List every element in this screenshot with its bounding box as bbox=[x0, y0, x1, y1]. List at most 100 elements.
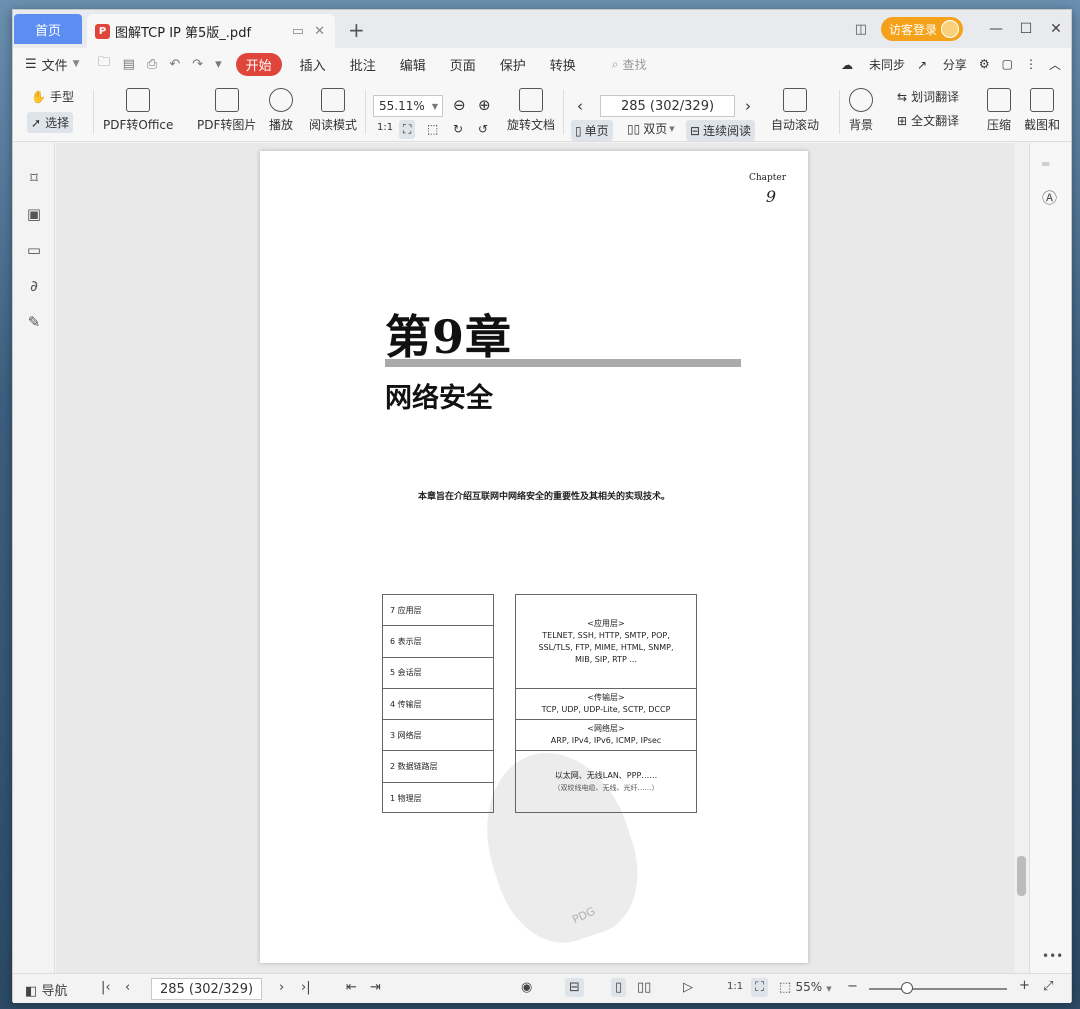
feedback-icon[interactable]: ▢ bbox=[1002, 57, 1013, 71]
comment-icon[interactable]: ▭ bbox=[26, 242, 42, 258]
continuous-read-button[interactable]: ⊟ 连续阅读 bbox=[686, 120, 756, 141]
actual-size-icon[interactable]: 1:1 bbox=[377, 122, 393, 133]
search-box[interactable]: ⌕ 查找 bbox=[612, 56, 647, 73]
menu-annotate[interactable]: 批注 bbox=[350, 55, 376, 74]
menu-edit[interactable]: 编辑 bbox=[400, 55, 426, 74]
tab-document[interactable]: P 图解TCP IP 第5版_.pdf ▭ ✕ bbox=[87, 14, 335, 48]
more-dropdown-icon[interactable]: ▾ bbox=[215, 57, 222, 72]
rotate-doc-button[interactable]: 旋转文档 bbox=[507, 88, 555, 133]
attachment-icon[interactable]: ∂ bbox=[26, 278, 42, 294]
play-icon[interactable]: ▷ bbox=[683, 980, 693, 995]
tab-home[interactable]: 首页 bbox=[14, 14, 82, 44]
actual-size-icon[interactable]: 1:1 bbox=[727, 981, 743, 992]
window-layout-icon[interactable]: ◫ bbox=[855, 22, 867, 37]
close-tab-icon[interactable]: ✕ bbox=[314, 24, 325, 39]
rotate-right-icon[interactable]: ↺ bbox=[478, 122, 488, 136]
select-tool[interactable]: ➚ 选择 bbox=[27, 112, 74, 133]
collapse-ribbon-icon[interactable]: ︿ bbox=[1049, 56, 1061, 73]
fit-width-icon[interactable]: ⬚ bbox=[427, 122, 438, 136]
double-page-button[interactable]: ▯▯ 双页 ▼ bbox=[627, 120, 675, 137]
continuous-mode-icon[interactable]: ⊟ bbox=[565, 978, 584, 997]
thumbnail-icon[interactable]: ▣ bbox=[26, 206, 42, 222]
single-page-button[interactable]: ▯ 单页 bbox=[571, 120, 613, 141]
pdf-to-office-button[interactable]: PDF转Office bbox=[103, 88, 173, 133]
zoom-select[interactable]: 55.11% ▼ bbox=[373, 95, 443, 117]
screenshot-button[interactable]: 截图和 bbox=[1025, 88, 1059, 133]
prev-page-icon[interactable]: ‹ bbox=[577, 97, 583, 115]
auto-scroll-button[interactable]: 自动滚动 bbox=[771, 88, 819, 133]
nav-toggle[interactable]: ◧ 导航 bbox=[25, 980, 67, 999]
menu-start[interactable]: 开始 bbox=[235, 52, 282, 76]
play-button[interactable]: 播放 bbox=[269, 88, 293, 133]
osi-layer-5: 5 会话层 bbox=[383, 658, 493, 689]
menu-protect[interactable]: 保护 bbox=[500, 55, 526, 74]
fit-page-icon[interactable]: ⛶ bbox=[399, 120, 416, 139]
more-icon[interactable]: ⋮ bbox=[1025, 57, 1037, 71]
text-recognition-icon[interactable]: Ⓐ bbox=[1042, 187, 1057, 208]
read-mode-button[interactable]: 阅读模式 bbox=[309, 88, 357, 133]
compress-icon bbox=[987, 88, 1011, 112]
scrollbar-thumb[interactable] bbox=[1017, 856, 1026, 896]
document-viewer[interactable]: Chapter 9 第9章 网络安全 本章旨在介绍互联网中网络安全的重要性及其相… bbox=[56, 143, 1014, 973]
ribbon-toolbar: ✋ 手型 ➚ 选择 PDF转Office PDF转图片 播放 阅读模式 55.1… bbox=[13, 80, 1071, 142]
share-button[interactable]: ↗ 分享 bbox=[917, 56, 967, 73]
next-page-icon[interactable]: › bbox=[745, 97, 751, 115]
maximize-button[interactable]: ☐ bbox=[1011, 21, 1041, 37]
new-tab-button[interactable]: + bbox=[348, 18, 365, 42]
screenshot-icon bbox=[1030, 88, 1054, 112]
chapter-title: 第9章 bbox=[385, 310, 513, 364]
bookmark-icon[interactable]: ⌑ bbox=[26, 170, 42, 186]
print-icon[interactable]: ⎙ bbox=[147, 57, 157, 72]
signature-icon[interactable]: ✎ bbox=[26, 314, 42, 330]
rotate-left-icon[interactable]: ↻ bbox=[453, 122, 463, 136]
minimize-button[interactable]: — bbox=[981, 21, 1011, 37]
fit-page-icon[interactable]: ⛶ bbox=[751, 978, 769, 997]
zoom-out-button[interactable]: − bbox=[847, 979, 858, 994]
divider bbox=[839, 90, 840, 134]
monitor-icon[interactable]: ▭ bbox=[292, 24, 304, 39]
next-page-icon[interactable]: › bbox=[279, 980, 284, 995]
menu-convert[interactable]: 转换 bbox=[550, 55, 576, 74]
first-page-icon[interactable]: |‹ bbox=[101, 980, 111, 995]
status-page-input[interactable]: 285 (302/329) bbox=[151, 978, 262, 1000]
zoom-in-button[interactable]: + bbox=[1019, 978, 1030, 993]
prev-page-icon[interactable]: ‹ bbox=[125, 980, 130, 995]
more-options-icon[interactable]: ••• bbox=[1042, 949, 1063, 963]
background-button[interactable]: 背景 bbox=[849, 88, 873, 133]
last-page-icon[interactable]: ›| bbox=[301, 980, 311, 995]
read-mode-label: 阅读模式 bbox=[309, 118, 358, 132]
drag-handle-icon[interactable]: ═ bbox=[1042, 157, 1049, 171]
translate-icon: ⇆ bbox=[897, 89, 908, 104]
zoom-out-icon[interactable]: ⊖ bbox=[453, 96, 466, 114]
save-icon[interactable]: ▤ bbox=[123, 57, 135, 72]
menu-file[interactable]: ☰ 文件 ▼ bbox=[25, 55, 80, 74]
open-icon[interactable]: 🗀 bbox=[98, 53, 111, 75]
full-translate-label: 全文翻译 bbox=[911, 114, 960, 128]
prev-view-icon[interactable]: ⇤ bbox=[346, 980, 357, 995]
zoom-slider[interactable] bbox=[869, 982, 1007, 994]
pdf-to-image-button[interactable]: PDF转图片 bbox=[197, 88, 256, 133]
sync-status[interactable]: ☁ 未同步 bbox=[841, 56, 905, 73]
settings-icon[interactable]: ⚙ bbox=[979, 57, 990, 71]
compress-button[interactable]: 压缩 bbox=[987, 88, 1011, 133]
status-page-indicator: 285 (302/329) bbox=[159, 981, 254, 997]
zoom-in-icon[interactable]: ⊕ bbox=[478, 96, 491, 114]
undo-icon[interactable]: ↶ bbox=[169, 57, 180, 72]
page-number-input[interactable]: 285 (302/329) bbox=[600, 95, 735, 117]
full-translate-button[interactable]: ⊞ 全文翻译 bbox=[897, 112, 959, 129]
double-mode-icon[interactable]: ▯▯ bbox=[637, 980, 651, 995]
zoom-dropdown[interactable]: ⬚ 55% ▼ bbox=[779, 980, 832, 995]
single-mode-icon[interactable]: ▯ bbox=[611, 978, 627, 997]
word-translate-button[interactable]: ⇆ 划词翻译 bbox=[897, 88, 959, 105]
next-view-icon[interactable]: ⇥ bbox=[370, 980, 381, 995]
menu-insert[interactable]: 插入 bbox=[300, 55, 326, 74]
eye-mode-icon[interactable]: ◉ bbox=[521, 980, 532, 995]
redo-icon[interactable]: ↷ bbox=[192, 57, 203, 72]
zoom-slider-knob[interactable] bbox=[901, 982, 913, 994]
fullscreen-icon[interactable]: ⤢ bbox=[1043, 979, 1053, 994]
vertical-scrollbar[interactable] bbox=[1014, 143, 1029, 973]
close-window-button[interactable]: ✕ bbox=[1041, 21, 1071, 37]
hand-tool[interactable]: ✋ 手型 bbox=[31, 88, 74, 105]
menu-page[interactable]: 页面 bbox=[450, 55, 476, 74]
login-button[interactable]: 访客登录 bbox=[880, 17, 963, 41]
